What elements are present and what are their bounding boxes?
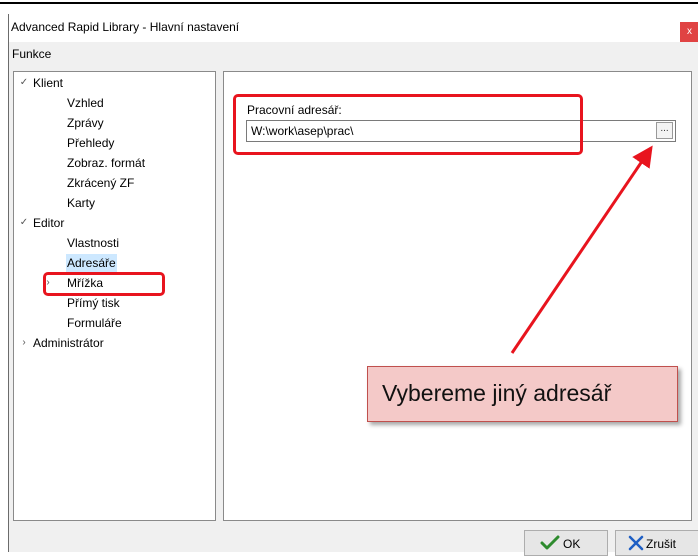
ok-button-label: OK bbox=[563, 537, 581, 551]
cancel-button-label: Zrušit bbox=[646, 537, 676, 551]
annotation-arrow bbox=[510, 145, 653, 354]
top-border-line bbox=[0, 2, 698, 4]
cancel-x-icon bbox=[628, 535, 644, 551]
cancel-button[interactable]: Zrušit bbox=[615, 530, 698, 556]
ok-button[interactable]: OK bbox=[524, 530, 608, 556]
settings-window: Advanced Rapid Library - Hlavní nastaven… bbox=[8, 14, 698, 556]
checkmark-icon bbox=[540, 535, 560, 550]
